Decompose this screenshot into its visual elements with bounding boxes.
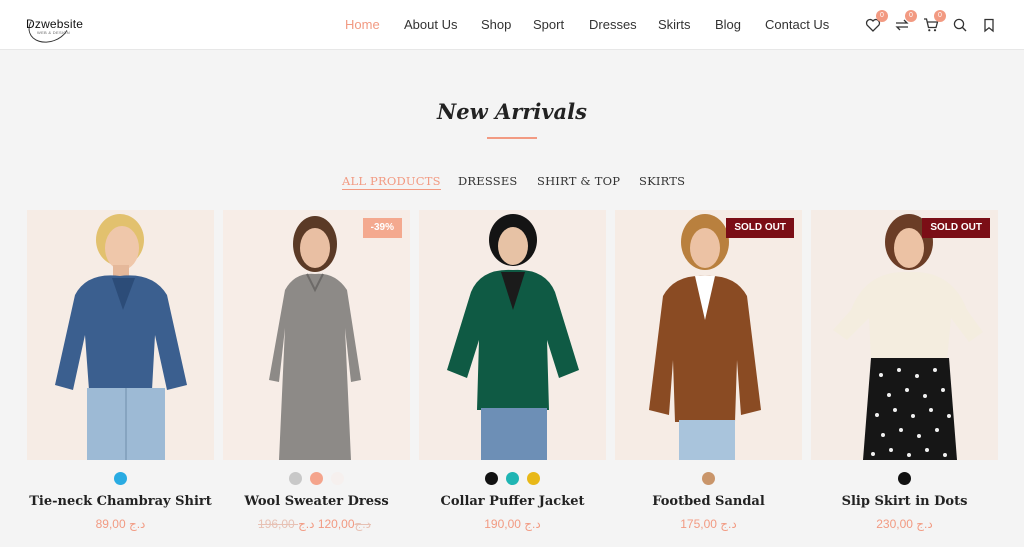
discount-badge: -39% [362,218,402,238]
bookmark-button[interactable] [981,17,997,33]
nav-dresses[interactable]: Dresses [589,17,637,32]
product-price: 89,00 د.ج [27,517,214,531]
product-card[interactable]: Collar Puffer Jacket 190,00 د.ج [419,210,606,540]
color-swatch[interactable] [310,472,323,485]
product-photo-blazer [615,210,802,460]
product-image[interactable]: SOLD OUT [811,210,998,460]
product-image[interactable]: -39% [223,210,410,460]
search-icon [953,18,967,32]
product-card[interactable]: SOLD OUT Footbed Sandal 175,00 د.ج [615,210,802,540]
color-swatch[interactable] [898,472,911,485]
current-price: 120,00 د.ج [298,517,355,531]
nav-about-us[interactable]: About Us [404,17,457,32]
current-price: 190,00 د.ج [484,517,541,531]
color-swatches [615,472,802,486]
wishlist-button[interactable]: 0 [865,10,888,33]
color-swatch[interactable] [331,472,345,485]
compare-count-badge: 0 [905,10,917,22]
product-name[interactable]: Wool Sweater Dress [223,494,410,509]
color-swatch[interactable] [702,472,715,485]
product-photo-skirt [811,210,998,460]
color-swatches [223,472,410,486]
product-name[interactable]: Slip Skirt in Dots [811,494,998,509]
nav-shop[interactable]: Shop [481,17,511,32]
current-price: 89,00 د.ج [95,517,146,531]
product-price: 175,00 د.ج [615,517,802,531]
color-swatches [27,472,214,486]
product-price: 196,00 د.ج120,00 د.ج [223,517,410,531]
product-name[interactable]: Collar Puffer Jacket [419,494,606,509]
color-swatches [811,472,998,486]
title-underline [487,137,537,139]
product-photo-shirt [27,210,214,460]
search-button[interactable] [952,17,968,33]
color-swatch[interactable] [484,472,498,485]
product-image[interactable] [27,210,214,460]
cart-count-badge: 0 [934,10,946,22]
site-header: Dzwebsite WEB & DESIGN Home About Us Sho… [0,0,1024,50]
color-swatch[interactable] [114,472,127,485]
tab-skirts[interactable]: SKIRTS [639,174,685,188]
nav-sport[interactable]: Sport [533,17,564,32]
product-card[interactable]: -39% Wool Sweater Dress 196,00 د.ج120,00… [223,210,410,540]
tab-shirt-top[interactable]: SHIRT & TOP [537,174,620,188]
product-name[interactable]: Footbed Sandal [615,494,802,509]
color-swatch[interactable] [288,472,302,485]
product-card[interactable]: SOLD OUT Slip Skirt in Dots 230,00 د.ج [811,210,998,540]
cart-button[interactable]: 0 [923,10,946,33]
nav-skirts[interactable]: Skirts [658,17,691,32]
wishlist-count-badge: 0 [876,10,888,22]
product-photo-jacket [419,210,606,460]
product-image[interactable]: SOLD OUT [615,210,802,460]
current-price: 230,00 د.ج [876,517,933,531]
product-image[interactable] [419,210,606,460]
product-filter-tabs: ALL PRODUCTS DRESSES SHIRT & TOP SKIRTS [0,174,1024,192]
product-price: 230,00 د.ج [811,517,998,531]
product-price: 190,00 د.ج [419,517,606,531]
color-swatch[interactable] [527,472,541,485]
current-price: 175,00 د.ج [680,517,737,531]
section-title: New Arrivals [437,99,587,124]
nav-blog[interactable]: Blog [715,17,741,32]
nav-contact-us[interactable]: Contact Us [765,17,829,32]
compare-button[interactable]: 0 [894,10,917,33]
tab-dresses[interactable]: DRESSES [458,174,518,188]
bookmark-icon [984,18,994,33]
color-swatches [419,472,606,486]
product-name[interactable]: Tie-neck Chambray Shirt [27,494,214,509]
nav-home[interactable]: Home [345,17,380,32]
sold-out-badge: SOLD OUT [726,218,794,238]
sold-out-badge: SOLD OUT [922,218,990,238]
product-card[interactable]: Tie-neck Chambray Shirt 89,00 د.ج [27,210,214,540]
product-photo-dress [223,210,410,460]
color-swatch[interactable] [506,472,519,485]
tab-all-products[interactable]: ALL PRODUCTS [342,174,441,190]
